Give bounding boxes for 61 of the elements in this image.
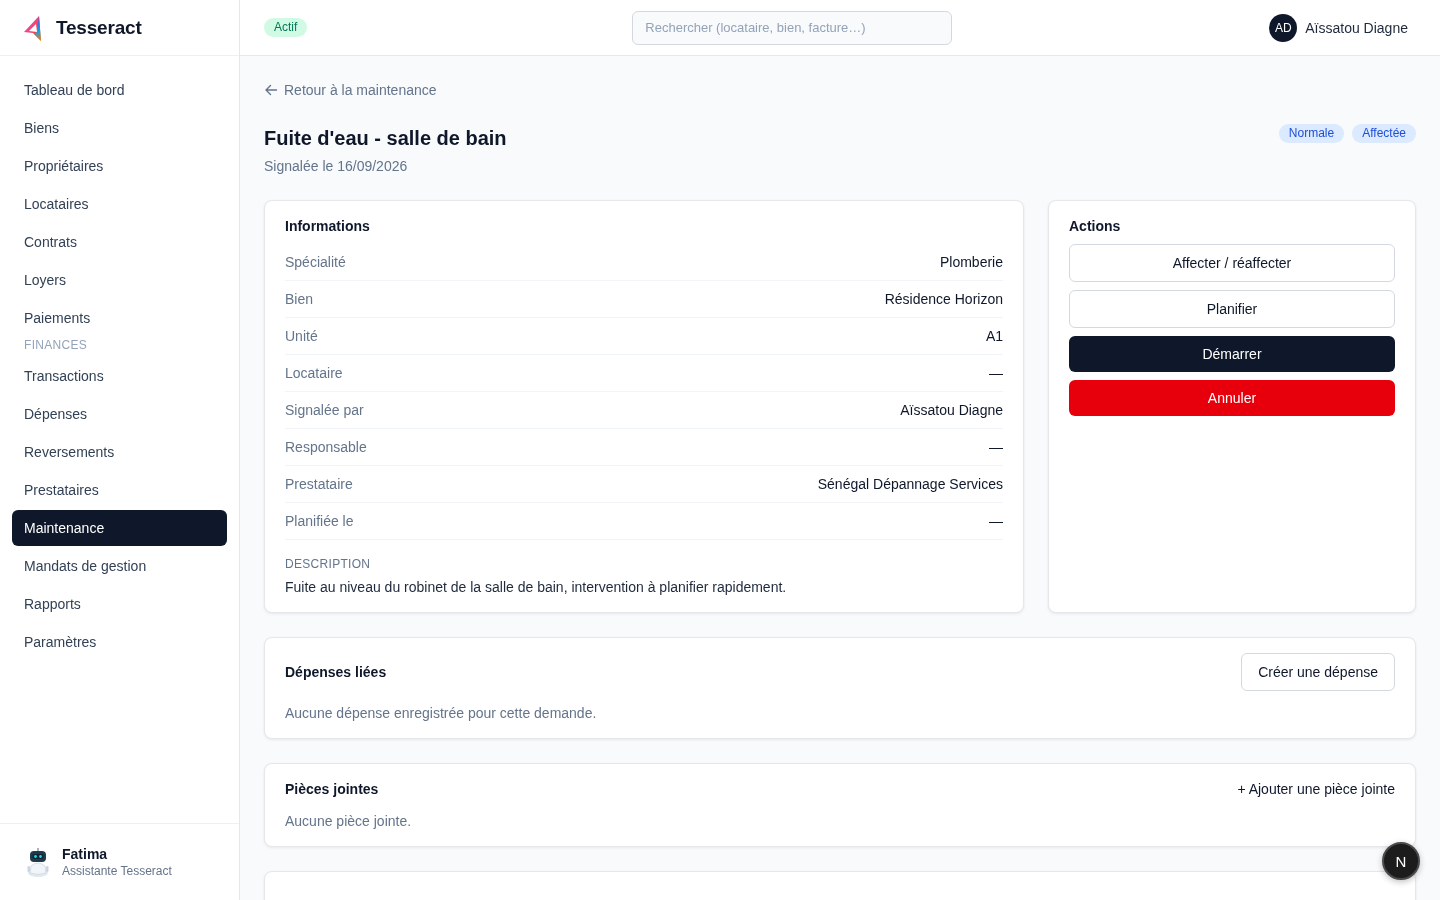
action-button[interactable]: Planifier xyxy=(1069,290,1395,328)
card-title: Pièces jointes xyxy=(285,780,379,799)
sidebar-item[interactable]: Biens xyxy=(12,110,227,146)
nav-section-heading: FINANCES xyxy=(23,338,89,354)
empty-message: Aucune pièce jointe. xyxy=(285,812,413,831)
floating-button[interactable]: N xyxy=(1382,842,1420,880)
create-expense-button[interactable]: Créer une dépense xyxy=(1241,653,1395,691)
action-button[interactable]: Affecter / réaffecter xyxy=(1069,244,1395,282)
status-badge: Affectée xyxy=(1352,124,1416,143)
arrow-left-icon xyxy=(264,83,278,97)
info-value: A1 xyxy=(985,327,1003,346)
info-value: — xyxy=(989,364,1003,383)
sidebar-item[interactable]: Mandats de gestion xyxy=(12,548,227,584)
status-badge: Actif xyxy=(264,18,308,37)
info-label: Prestataire xyxy=(285,475,353,494)
page-subtitle: Signalée le 16/09/2026 xyxy=(264,157,409,176)
back-link[interactable]: Retour à la maintenance xyxy=(264,80,437,100)
add-attachment-link[interactable]: + Ajouter une pièce jointe xyxy=(1237,779,1395,799)
action-button[interactable]: Annuler xyxy=(1069,380,1395,416)
status-badge: Normale xyxy=(1278,124,1345,143)
search-field[interactable]: Rechercher (locataire, bien, facture…) xyxy=(632,10,953,45)
info-value: Résidence Horizon xyxy=(884,290,1003,309)
info-label: Planifiée le xyxy=(285,512,354,531)
sidebar-item[interactable]: Transactions xyxy=(12,358,227,394)
sidebar-item[interactable]: Contrats xyxy=(12,224,227,260)
info-label: Bien xyxy=(285,290,314,309)
user-avatar: AD xyxy=(1269,13,1298,42)
card-title: Actions xyxy=(1069,217,1122,236)
sidebar-item[interactable]: Reversements xyxy=(12,434,227,470)
card-title: Informations xyxy=(285,217,371,236)
sidebar-item[interactable]: Loyers xyxy=(12,262,227,298)
sidebar-item[interactable]: Propriétaires xyxy=(12,148,227,184)
sidebar-item[interactable]: Rapports xyxy=(12,586,227,622)
sidebar-item[interactable]: Paramètres xyxy=(12,624,227,660)
sidebar-item[interactable]: Prestataires xyxy=(12,472,227,508)
sidebar-item[interactable]: Locataires xyxy=(12,186,227,222)
info-value: — xyxy=(989,438,1003,457)
info-label: Spécialité xyxy=(285,253,346,272)
description-label: DESCRIPTION xyxy=(285,556,372,572)
info-value: Aïssatou Diagne xyxy=(900,401,1003,420)
assistant-name: Fatima xyxy=(62,845,109,863)
info-value: — xyxy=(989,512,1003,531)
empty-message: Aucune dépense enregistrée pour cette demande. xyxy=(285,704,598,723)
sidebar-item[interactable]: Dépenses xyxy=(12,396,227,432)
sidebar-item[interactable]: Maintenance xyxy=(12,510,227,546)
app-name: Tesseract xyxy=(56,16,142,39)
card-title: Dépenses liées xyxy=(285,663,387,682)
info-label: Locataire xyxy=(285,364,343,383)
info-value: Sénégal Dépannage Services xyxy=(817,475,1003,494)
sidebar-item[interactable]: Tableau de bord xyxy=(12,72,227,108)
robot-icon xyxy=(25,846,51,878)
info-label: Signalée par xyxy=(285,401,364,420)
info-value: Plomberie xyxy=(939,253,1003,272)
info-label: Responsable xyxy=(285,438,367,457)
user-name: Aïssatou Diagne xyxy=(1305,19,1408,36)
assistant-role: Assistante Tesseract xyxy=(62,863,172,879)
page-title: Fuite d'eau - salle de bain xyxy=(264,126,507,151)
sidebar-item[interactable]: Paiements xyxy=(12,300,227,336)
description-text: Fuite au niveau du robinet de la salle de bain, intervention à planifier rapidement. xyxy=(285,578,788,597)
action-button[interactable]: Démarrer xyxy=(1069,336,1395,372)
info-label: Unité xyxy=(285,327,318,346)
